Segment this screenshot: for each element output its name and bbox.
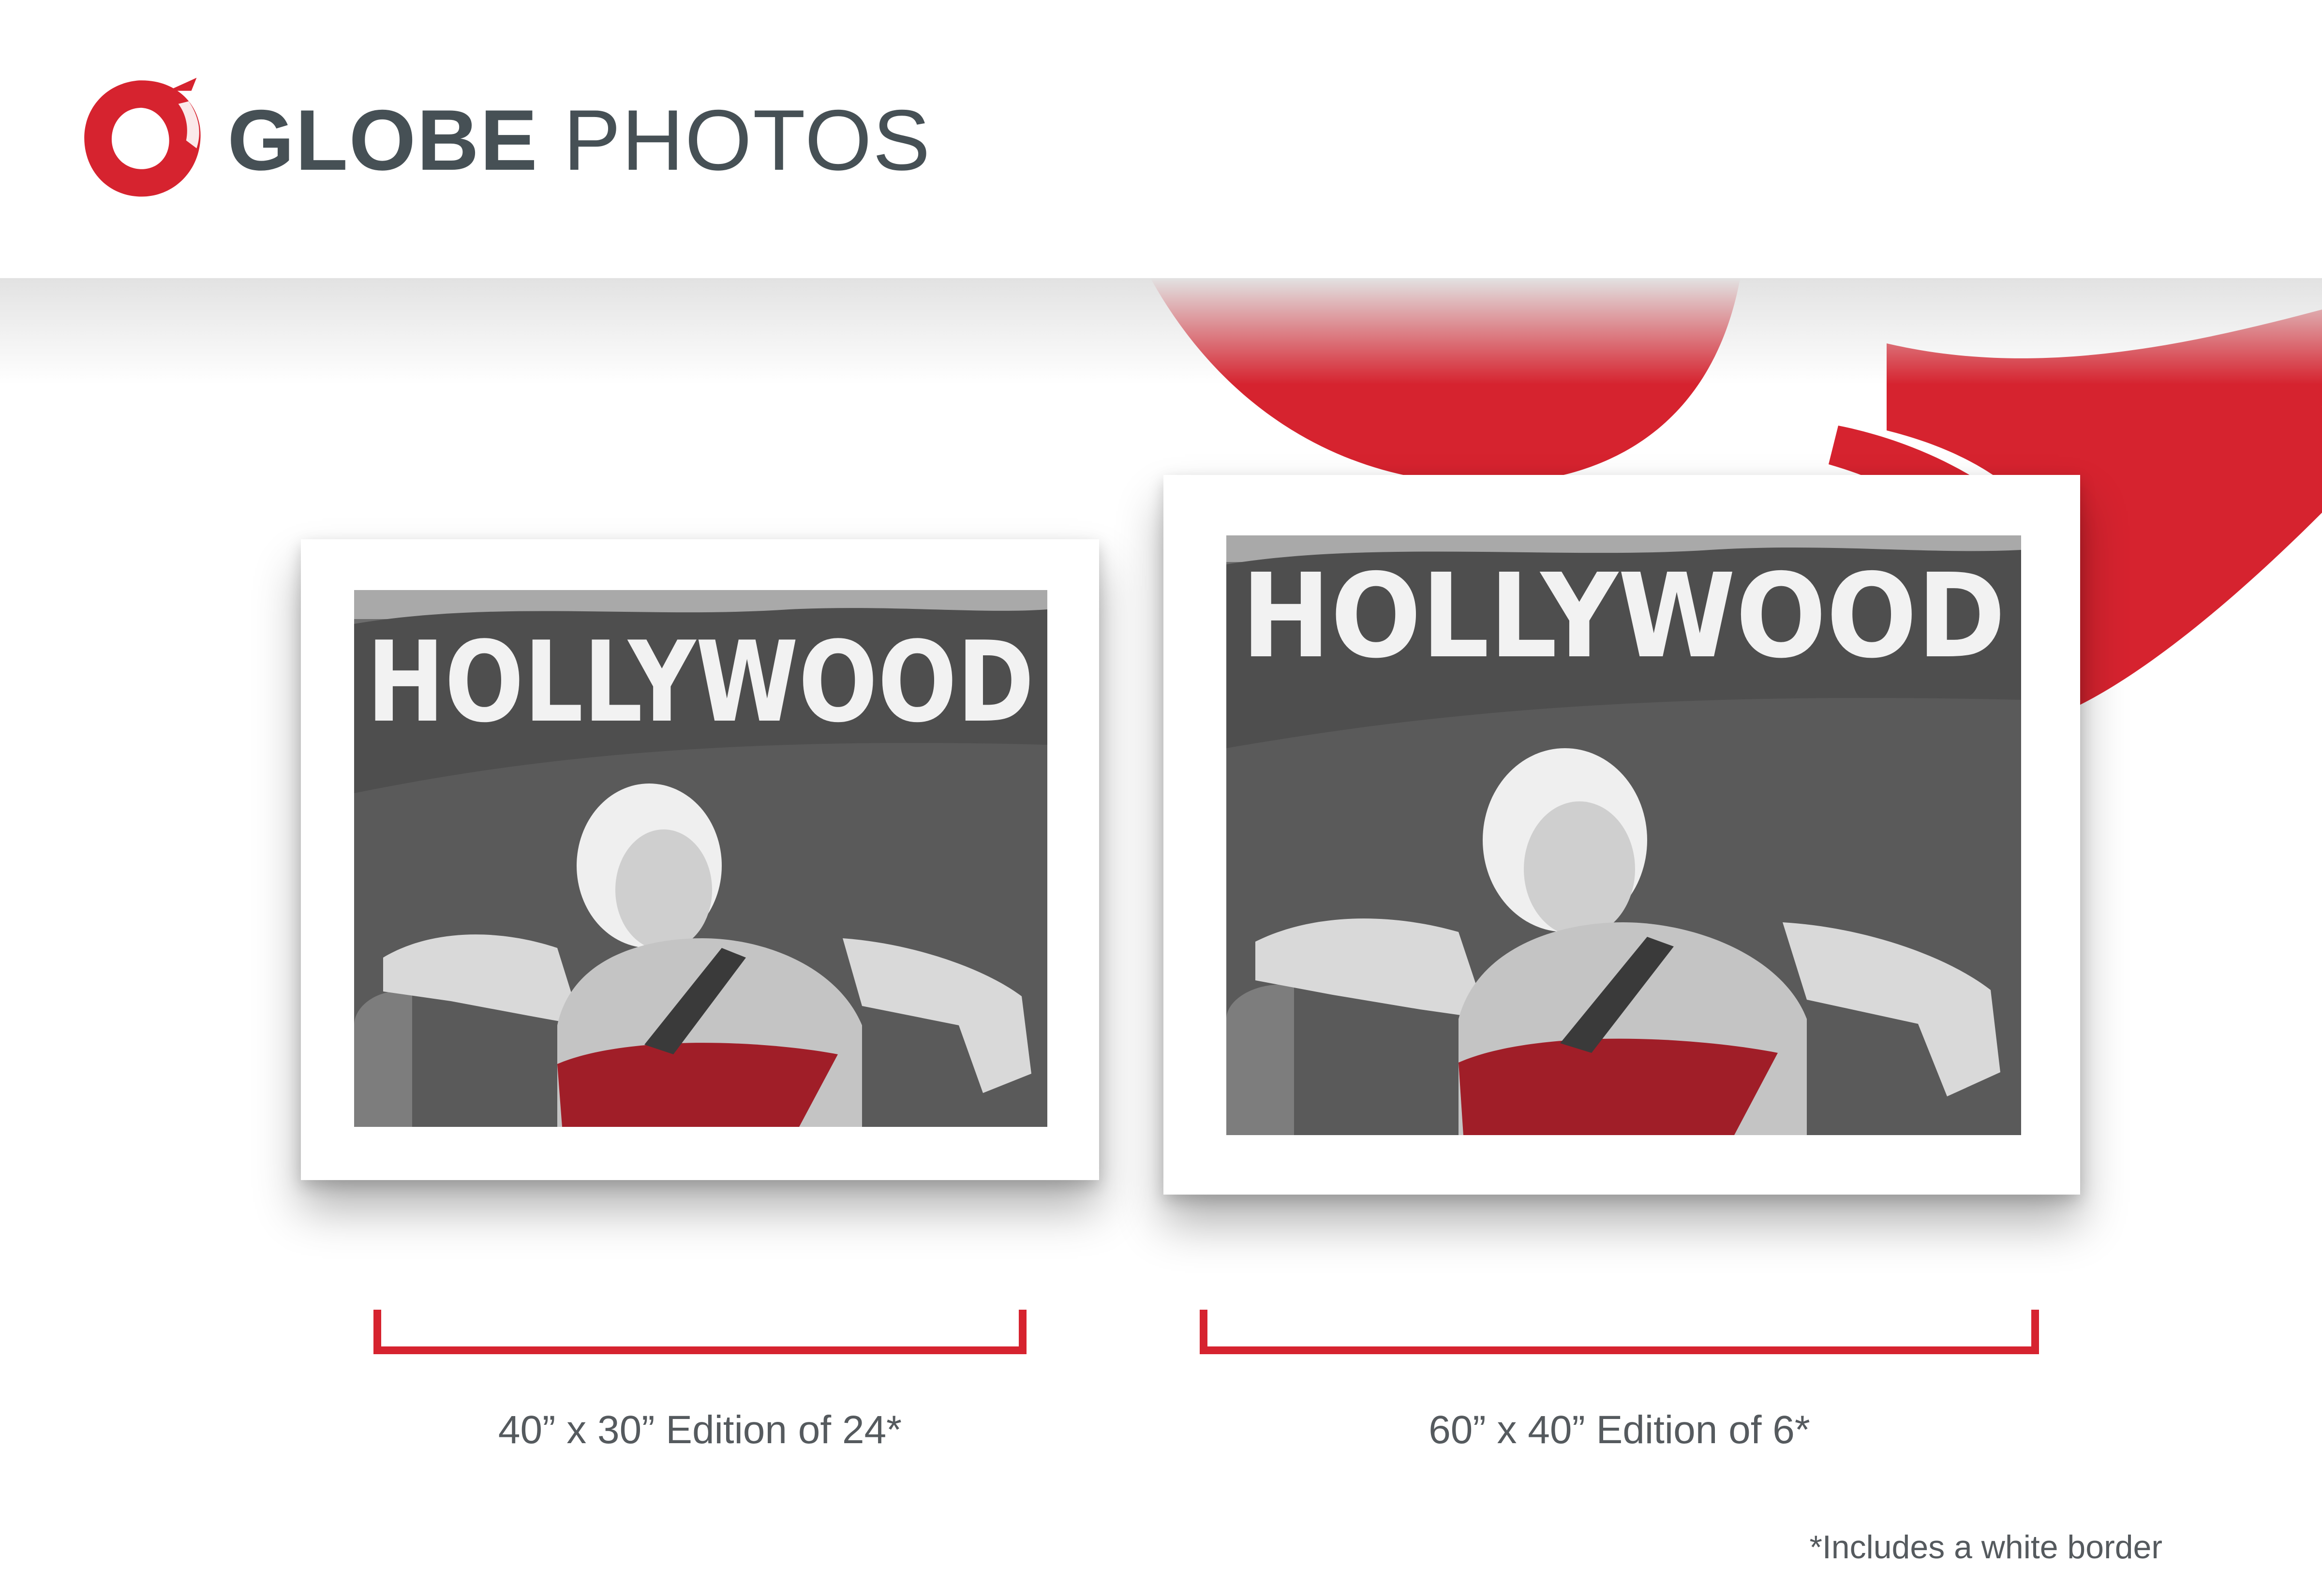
edition-caption-60x40: 60” x 40” Edition of 6* (1429, 1408, 1810, 1452)
photo-marilyn-hollywood-sign: HOLLYWOOD (354, 590, 1047, 1127)
brand-name-light: PHOTOS (563, 92, 931, 188)
globe-photos-logo-icon[interactable] (76, 73, 207, 203)
brand-name[interactable]: GLOBE PHOTOS (227, 87, 931, 193)
size-bracket-40x30 (373, 1310, 1027, 1354)
hollywood-sign-text: HOLLYWOOD (1241, 548, 2006, 684)
hollywood-sign-text: HOLLYWOOD (367, 618, 1034, 747)
header-shadow (0, 278, 2322, 384)
white-border-footnote: *Includes a white border (1809, 1529, 2162, 1566)
print-40x30[interactable]: HOLLYWOOD (301, 539, 1099, 1180)
size-bracket-60x40 (1200, 1310, 2039, 1354)
photo-marilyn-hollywood-sign: HOLLYWOOD (1226, 535, 2021, 1135)
print-60x40[interactable]: HOLLYWOOD (1163, 475, 2080, 1195)
brand-name-bold: GLOBE (227, 92, 538, 188)
header: GLOBE PHOTOS (0, 0, 2322, 278)
edition-caption-40x30: 40” x 30” Edition of 24* (498, 1408, 902, 1452)
